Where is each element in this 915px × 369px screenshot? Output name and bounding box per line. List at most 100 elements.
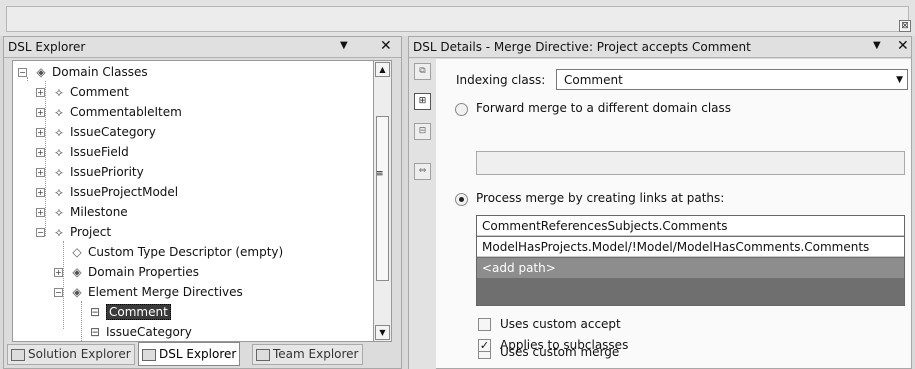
expand-icon[interactable]: + <box>36 208 45 217</box>
forward-merge-label: Forward merge to a different domain clas… <box>476 101 732 115</box>
tree-item-element-merge-directives[interactable]: − ◈ Element Merge Directives <box>53 282 243 302</box>
document-tab-area <box>6 6 909 32</box>
collapse-icon[interactable]: − <box>54 288 63 297</box>
path-row[interactable]: CommentReferencesSubjects.Comments <box>477 216 904 236</box>
tree-item-label: Project <box>70 225 112 239</box>
details-body: Indexing class: Comment ▼ Forward merge … <box>436 59 911 368</box>
folder-icon: ◈ <box>72 265 82 279</box>
expand-icon[interactable]: + <box>36 108 45 117</box>
tree-item-label: Domain Properties <box>88 265 200 279</box>
chevron-down-icon[interactable]: ▼ <box>896 75 903 85</box>
expand-icon[interactable]: + <box>54 268 63 277</box>
class-icon: ⟡ <box>55 145 63 159</box>
merge-directive-icon: ⊟ <box>89 305 101 319</box>
close-icon[interactable]: ✕ <box>897 38 909 54</box>
tree-item-project[interactable]: − ⟡ Project <box>35 222 111 242</box>
panel-title: DSL Details - Merge Directive: Project a… <box>413 40 751 54</box>
tree-item-domain-properties[interactable]: + ◈ Domain Properties <box>53 262 199 282</box>
expand-icon[interactable]: + <box>36 188 45 197</box>
indexing-class-select[interactable]: Comment ▼ <box>556 69 908 90</box>
dropdown-icon[interactable]: ▼ <box>340 40 348 51</box>
forward-merge-radio[interactable] <box>455 103 468 116</box>
tab-team-explorer[interactable]: Team Explorer <box>252 344 363 365</box>
tree-item-issuecategory[interactable]: + ⟡ IssueCategory <box>35 122 156 142</box>
path-row[interactable]: ModelHasProjects.Model/!Model/ModelHasCo… <box>477 237 904 257</box>
expand-icon[interactable]: + <box>36 148 45 157</box>
tree-item-milestone[interactable]: + ⟡ Milestone <box>35 202 128 222</box>
expand-icon[interactable]: + <box>36 128 45 137</box>
merge-directive-icon: ⊟ <box>89 325 101 339</box>
tree-item-label-selected: Comment <box>106 304 171 320</box>
tree-item-merge-issuecategory[interactable]: ⊟ IssueCategory <box>71 322 192 341</box>
tree-view: − ◈ Domain Classes + ⟡ Comment + ⟡ Commenta… <box>12 60 374 342</box>
team-explorer-icon <box>256 348 270 361</box>
tree-scrollbar[interactable]: ▲ ≡ ▼ <box>374 60 392 342</box>
expand-icon[interactable]: + <box>36 88 45 97</box>
links-icon[interactable]: ⇔ <box>414 163 431 180</box>
class-icon: ⟡ <box>55 205 63 219</box>
tab-dsl-explorer[interactable]: DSL Explorer <box>138 342 241 366</box>
class-icon: ⟡ <box>55 165 63 179</box>
top-strip: ⊠ <box>0 0 915 36</box>
uses-custom-accept-checkbox[interactable] <box>478 318 491 331</box>
panel-title-bar: DSL Explorer ▼ ✕ <box>4 37 401 58</box>
solution-explorer-icon <box>11 348 25 361</box>
class-icon: ⟡ <box>55 125 63 139</box>
hierarchy-icon[interactable]: ⊟ <box>414 123 431 140</box>
link-paths-grid: CommentReferencesSubjects.Comments Model… <box>476 215 905 306</box>
collapse-icon[interactable]: − <box>18 68 27 77</box>
merge-directives-icon[interactable]: ⊞ <box>414 93 431 110</box>
process-merge-radio[interactable] <box>455 193 468 206</box>
tree-item-comment[interactable]: + ⟡ Comment <box>35 82 129 102</box>
class-icon: ⟡ <box>55 105 63 119</box>
details-toolbar: ⧉ ⊞ ⊟ ⇔ <box>409 59 436 369</box>
tree-item-issueprojectmodel[interactable]: + ⟡ IssueProjectModel <box>35 182 178 202</box>
collapse-icon[interactable]: − <box>36 228 45 237</box>
folder-icon: ◈ <box>72 285 82 299</box>
view-icon[interactable]: ⧉ <box>414 63 431 80</box>
domain-classes-icon: ◈ <box>36 65 46 79</box>
indexing-class-value: Comment <box>564 73 623 87</box>
scroll-thumb[interactable] <box>376 116 389 281</box>
descriptor-icon: ◇ <box>72 245 82 259</box>
tree-item-commentableitem[interactable]: + ⟡ CommentableItem <box>35 102 182 122</box>
dsl-details-panel: DSL Details - Merge Directive: Project a… <box>408 36 912 369</box>
dsl-explorer-icon <box>142 348 156 361</box>
tree-item-merge-comment[interactable]: ⊟ Comment <box>71 302 171 322</box>
tree-item-label: CommentableItem <box>70 105 182 119</box>
applies-to-subclasses-checkbox[interactable]: ✓ <box>478 339 491 352</box>
dropdown-icon[interactable]: ▼ <box>873 40 881 51</box>
tree-item-label: IssueCategory <box>70 125 156 139</box>
uses-custom-accept-label: Uses custom accept <box>500 317 621 331</box>
tree-item-label: IssueProjectModel <box>70 185 179 199</box>
tab-solution-explorer[interactable]: Solution Explorer <box>7 344 135 365</box>
process-merge-label: Process merge by creating links at paths… <box>476 191 725 205</box>
add-path-row[interactable]: <add path> <box>477 258 904 278</box>
explorer-tab-strip: Solution Explorer DSL Explorer Team Expl… <box>7 342 399 366</box>
applies-to-subclasses-label: Applies to subclasses <box>500 338 629 352</box>
tree-item-custom-type-descriptor[interactable]: ◇ Custom Type Descriptor (empty) <box>53 242 283 262</box>
scroll-down-icon[interactable]: ▼ <box>375 325 390 340</box>
tree-item-issuepriority[interactable]: + ⟡ IssuePriority <box>35 162 144 182</box>
tree-item-issuefield[interactable]: + ⟡ IssueField <box>35 142 129 162</box>
tree-item-label: IssuePriority <box>70 165 144 179</box>
class-icon: ⟡ <box>55 85 63 99</box>
close-icon[interactable]: ✕ <box>380 38 392 54</box>
close-icon[interactable]: ⊠ <box>899 20 911 32</box>
tree-item-label: Custom Type Descriptor (empty) <box>88 245 284 259</box>
dsl-explorer-panel: DSL Explorer ▼ ✕ − ◈ Domain Classes + ⟡ Co… <box>3 36 402 369</box>
tree-item-domain-classes[interactable]: − ◈ Domain Classes <box>17 62 148 82</box>
tree-item-label: Milestone <box>70 205 128 219</box>
class-icon: ⟡ <box>55 225 63 239</box>
scroll-up-icon[interactable]: ▲ <box>375 62 390 77</box>
forward-merge-class-field[interactable] <box>476 151 905 175</box>
tree-item-label: IssueField <box>70 145 129 159</box>
tab-label: Team Explorer <box>273 347 359 361</box>
grip-icon: ≡ <box>376 169 384 179</box>
tree-item-label: Comment <box>70 85 129 99</box>
panel-title-bar: DSL Details - Merge Directive: Project a… <box>409 37 911 58</box>
tree-item-label: Domain Classes <box>52 65 148 79</box>
tab-label: Solution Explorer <box>28 347 131 361</box>
tab-label: DSL Explorer <box>159 347 237 361</box>
expand-icon[interactable]: + <box>36 168 45 177</box>
